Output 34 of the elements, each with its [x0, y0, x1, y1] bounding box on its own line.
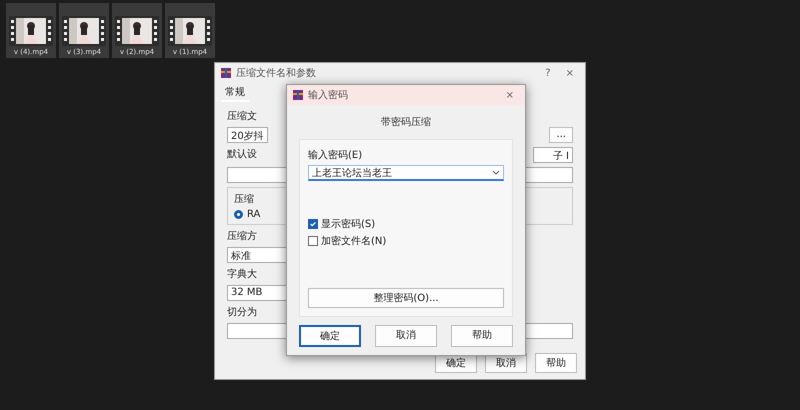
archive-icon [221, 68, 231, 78]
radio-button[interactable] [234, 210, 243, 219]
password-field[interactable]: 上老王论坛当老王 [308, 165, 504, 181]
checkbox-label: 加密文件名(N) [321, 234, 386, 248]
archive-icon [293, 90, 303, 100]
dictionary-dropdown[interactable]: 32 MB [227, 285, 287, 301]
close-button[interactable]: × [560, 68, 579, 78]
close-button[interactable]: × [500, 90, 519, 100]
caret-icon [492, 170, 500, 175]
dialog-button[interactable]: 取消 [375, 325, 437, 347]
dialog-button[interactable]: 帮助 [451, 325, 513, 347]
field-label: 字典大 [227, 268, 257, 281]
organize-button[interactable]: 整理密码(O)... [308, 288, 504, 308]
dropdown[interactable]: 子 I [533, 147, 573, 163]
checkbox-label: 显示密码(S) [321, 218, 376, 231]
field-label: 切分为 [227, 306, 257, 319]
checkbox[interactable] [308, 219, 318, 229]
window-title: 压缩文件名和参数 [236, 66, 317, 80]
filename-field[interactable]: 20岁抖 [227, 127, 268, 143]
checkbox[interactable] [308, 236, 318, 246]
field-label: 默认设 [227, 148, 257, 161]
dialog-heading: 带密码压缩 [380, 116, 432, 130]
field-label: 压缩方 [227, 230, 257, 243]
dialog-button[interactable]: 帮助 [535, 353, 577, 373]
browse-button[interactable]: ... [549, 127, 573, 143]
method-dropdown[interactable]: 标准 [227, 247, 287, 263]
group-label: 压缩 [234, 192, 254, 206]
field-label: 输入密码(E) [308, 148, 362, 162]
tab[interactable]: 常规 [221, 85, 249, 102]
field-label: 压缩文 [227, 110, 257, 123]
help-button[interactable]: ? [540, 68, 556, 78]
dialog-button[interactable]: 确定 [299, 325, 361, 347]
radio-label: RA [247, 209, 260, 220]
window-title: 输入密码 [308, 88, 349, 102]
